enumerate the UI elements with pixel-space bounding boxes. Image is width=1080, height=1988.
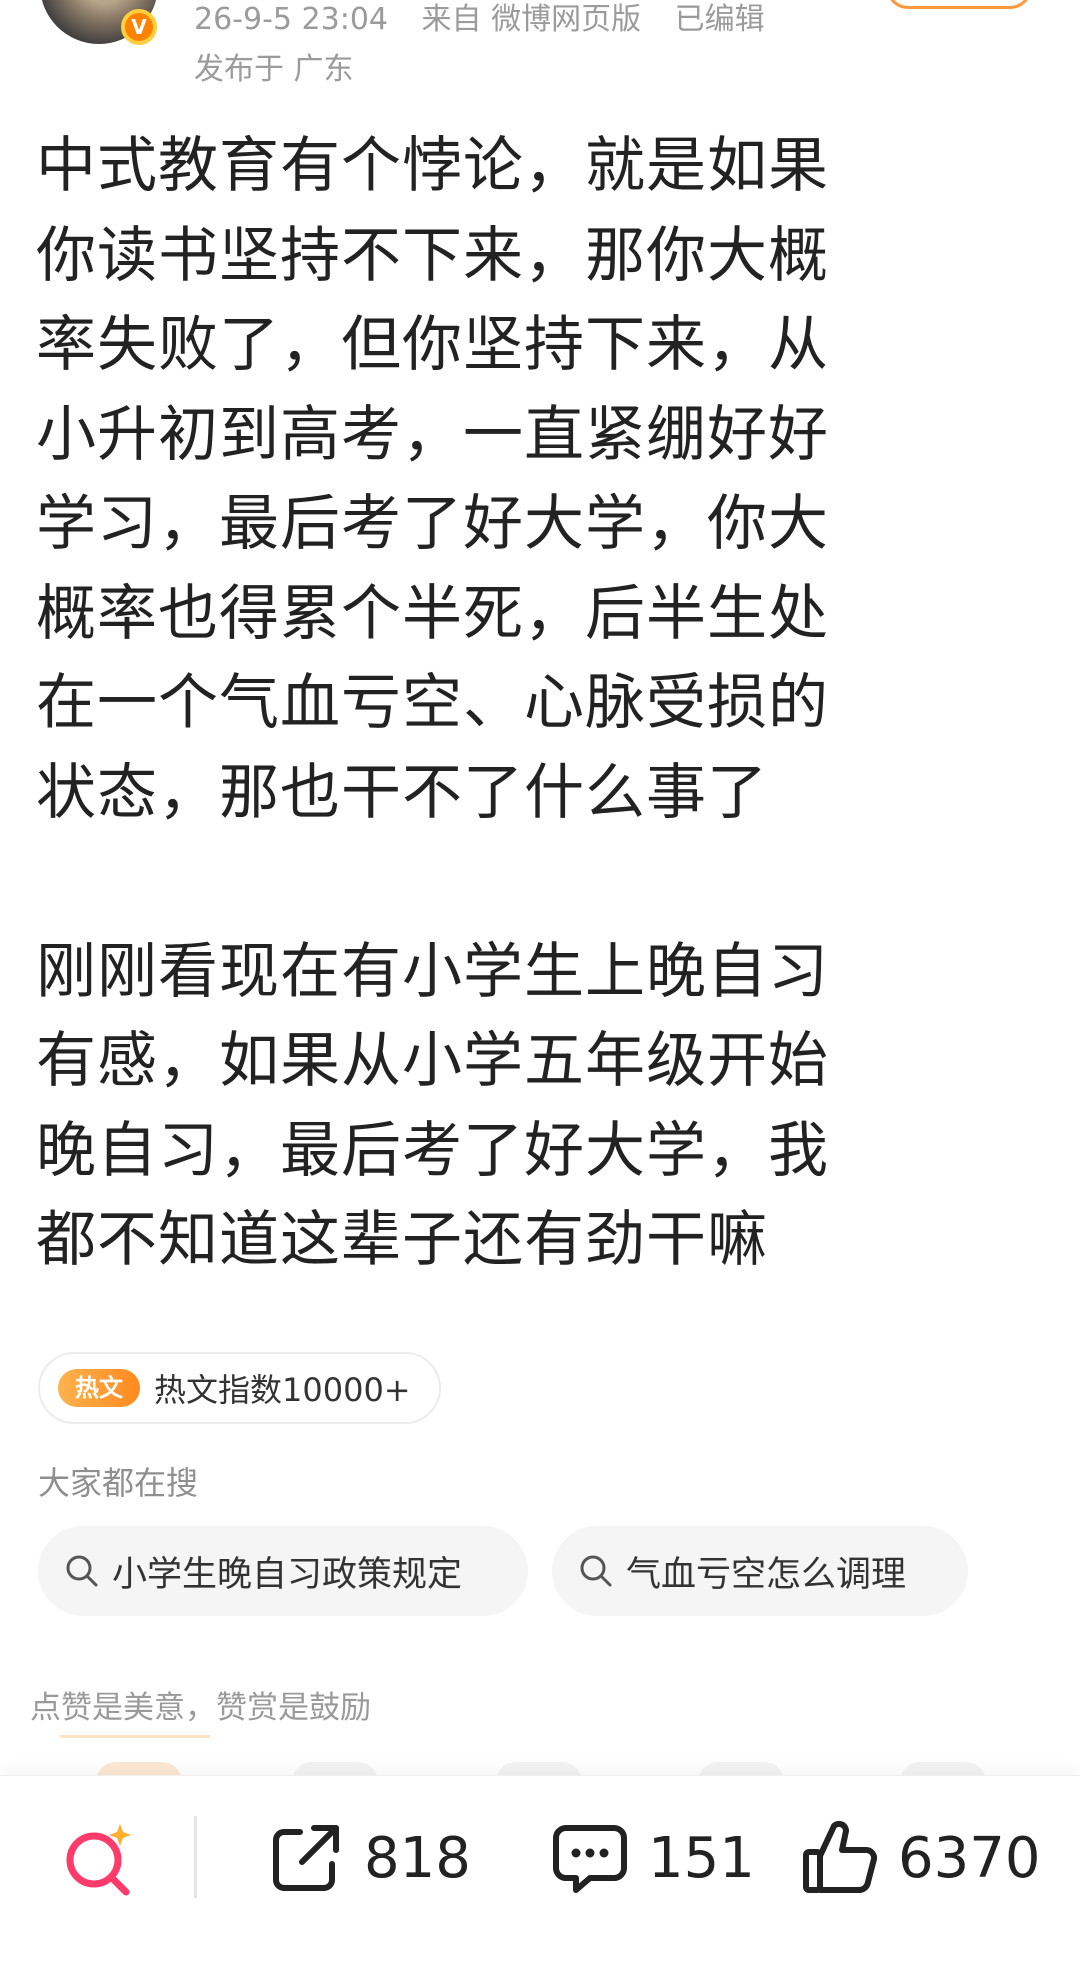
hot-index-chip[interactable]: 热文 热文指数10000+	[38, 1352, 441, 1424]
post-meta: 26-9-5 23:04 来自 微博网页版 已编辑	[194, 0, 789, 40]
post-source: 来自 微博网页版	[421, 2, 642, 37]
repost-button[interactable]: 818	[266, 1804, 471, 1912]
search-chip-label: 小学生晚自习政策规定	[112, 1554, 463, 1595]
like-count: 6370	[898, 1825, 1041, 1891]
post-paragraph-2: 刚刚看现在有小学生上晚自习 有感，如果从小学五年级开始 晚自习，最后考了好大学，…	[36, 936, 829, 1276]
ai-search-icon	[66, 1824, 131, 1896]
comment-icon	[553, 1825, 627, 1893]
search-chip[interactable]: 气血亏空怎么调理	[552, 1526, 968, 1616]
hot-index-text: 热文指数10000+	[154, 1371, 411, 1409]
post-paragraph-1: 中式教育有个悖论，就是如果 你读书坚持不下来，那你大概 率失败了，但你坚持下来，…	[36, 131, 829, 828]
search-icon	[66, 1555, 98, 1587]
search-chip[interactable]: 小学生晚自习政策规定	[38, 1526, 528, 1616]
repost-count: 818	[364, 1825, 471, 1891]
search-icon	[580, 1555, 612, 1587]
action-bar-divider	[194, 1816, 197, 1898]
post-location: 发布于 广东	[194, 52, 354, 87]
action-bar: 818 151 6370	[0, 1775, 1080, 1988]
post-timestamp: 26-9-5 23:04	[194, 2, 388, 37]
ai-search-button[interactable]	[58, 1804, 142, 1912]
edited-label[interactable]: 已编辑	[675, 2, 765, 37]
reward-hint-underline	[60, 1735, 210, 1738]
like-icon	[803, 1820, 878, 1894]
like-button[interactable]: 6370	[800, 1804, 1041, 1912]
post-content: 中式教育有个悖论，就是如果 你读书坚持不下来，那你大概 率失败了，但你坚持下来，…	[36, 122, 996, 1286]
comment-button[interactable]: 151	[550, 1804, 755, 1912]
reward-hint: 点赞是美意，赞赏是鼓励	[30, 1690, 371, 1726]
repost-icon	[273, 1825, 339, 1891]
follow-button[interactable]	[886, 0, 1032, 9]
hot-badge: 热文	[58, 1369, 140, 1407]
trending-search-heading: 大家都在搜	[38, 1464, 199, 1502]
search-chip-label: 气血亏空怎么调理	[626, 1554, 907, 1595]
weibo-post-page: V 26-9-5 23:04 来自 微博网页版 已编辑 发布于 广东 中式教育有…	[0, 0, 1080, 1988]
verified-badge: V	[121, 9, 157, 45]
comment-count: 151	[648, 1825, 755, 1891]
